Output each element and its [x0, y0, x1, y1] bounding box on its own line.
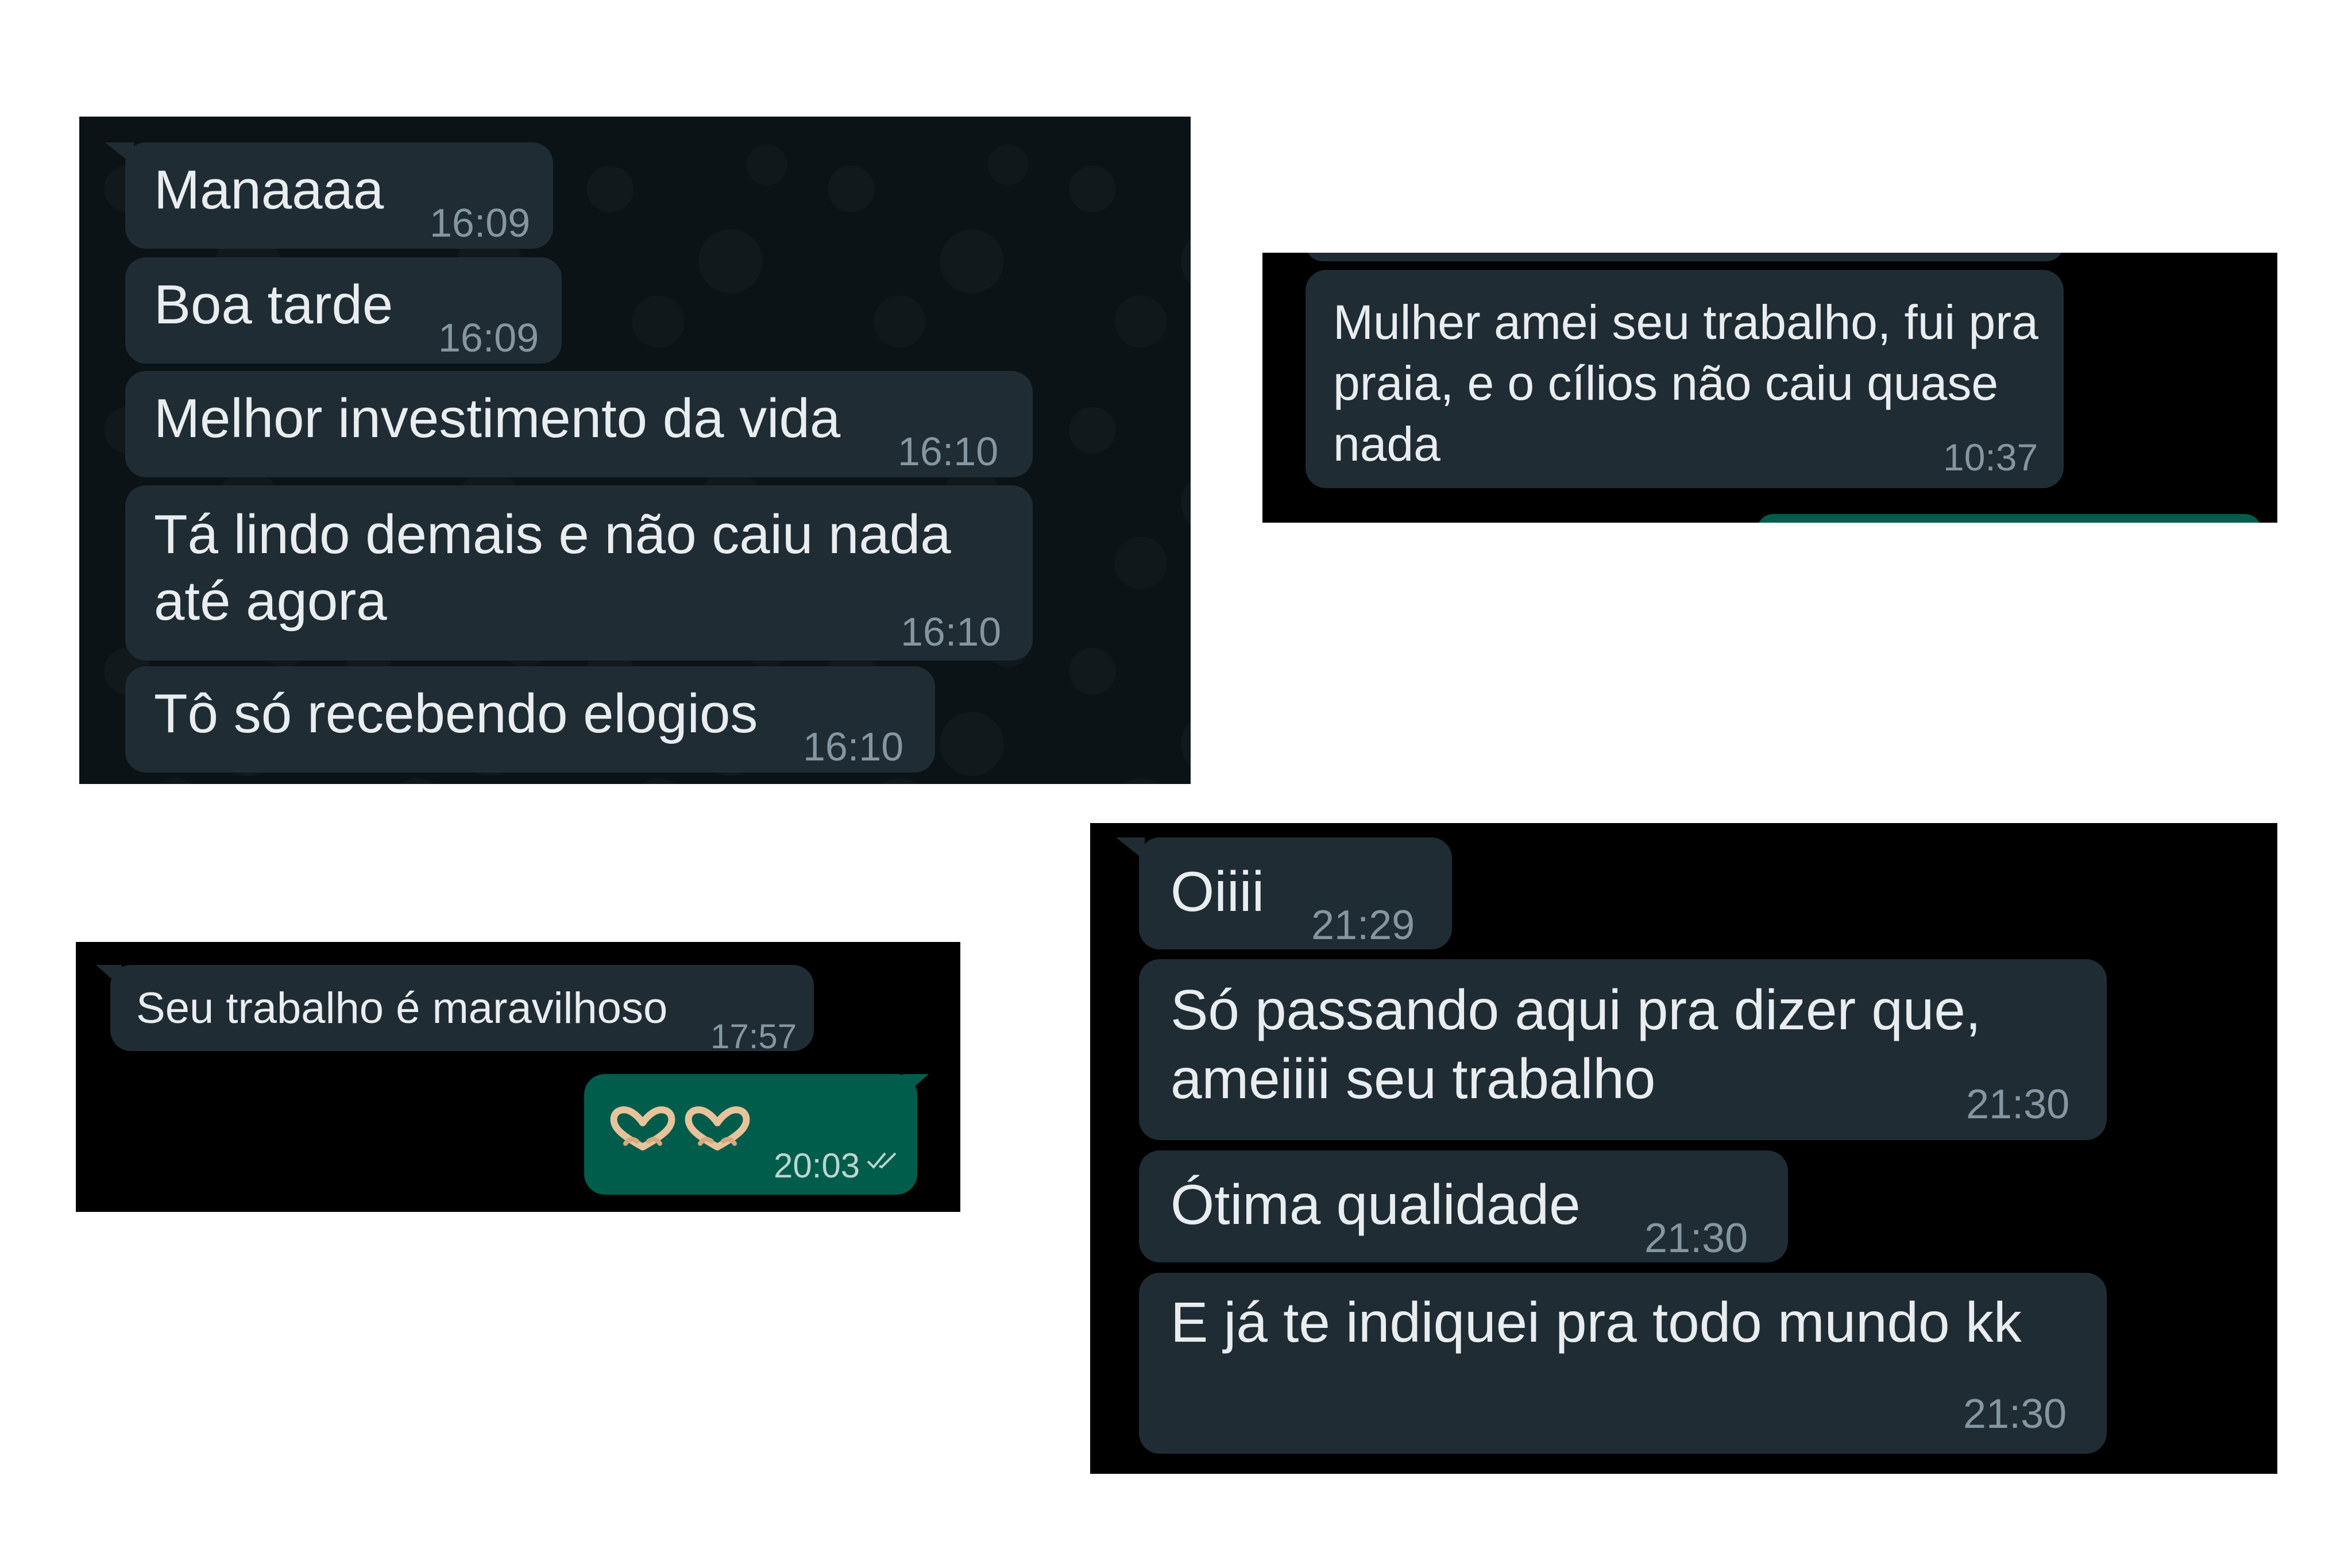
message-text: Mulher amei seu trabalho, fui pra praia,…: [1333, 295, 2038, 471]
message-timestamp: 16:10: [803, 724, 904, 769]
message-text: Tô só recebendo elogios: [154, 683, 758, 744]
chat-screenshot-2: Mulher amei seu trabalho, fui pra praia,…: [1262, 253, 2277, 523]
message-text: Oiiii: [1171, 860, 1265, 923]
message-timestamp: 17:57: [710, 1017, 797, 1056]
message-text: Ótima qualidade: [1171, 1173, 1581, 1236]
message-timestamp: 20:03: [774, 1146, 860, 1185]
heart-hands-icon: [610, 1106, 675, 1150]
message-text: Melhor investimento da vida: [154, 388, 841, 449]
message-text: Manaaaa: [154, 159, 384, 221]
message-bubble[interactable]: Mulher amei seu trabalho, fui pra praia,…: [1306, 270, 2064, 488]
message-bubble[interactable]: Tô só recebendo elogios 16:10: [125, 666, 935, 773]
message-timestamp: 16:09: [430, 200, 531, 245]
heart-hands-icon: [685, 1106, 750, 1150]
message-bubble-outgoing[interactable]: 20:03: [584, 1074, 917, 1195]
chat-screenshot-3: Seu trabalho é maravilhoso 17:57 20:03: [76, 942, 960, 1212]
message-bubble[interactable]: Tá lindo demais e não caiu nada até agor…: [125, 485, 1033, 661]
message-text: Tá lindo demais e não caiu nada até agor…: [154, 504, 951, 632]
message-text: Só passando aqui pra dizer que, ameiiii …: [1171, 978, 1982, 1110]
message-text: Seu trabalho é maravilhoso: [136, 984, 668, 1033]
message-timestamp: 21:30: [1963, 1391, 2067, 1437]
message-timestamp: 16:10: [898, 429, 999, 474]
message-timestamp: 21:29: [1311, 902, 1415, 948]
message-bubble[interactable]: Ótima qualidade 21:30: [1139, 1150, 1788, 1262]
double-check-icon: [867, 1152, 897, 1169]
message-bubble[interactable]: Só passando aqui pra dizer que, ameiiii …: [1139, 959, 2107, 1140]
message-bubble[interactable]: Manaaaa 16:09: [125, 142, 553, 249]
message-bubble-partial: [1306, 253, 2064, 261]
bubble-tail: [105, 142, 134, 165]
message-text: Boa tarde: [154, 274, 393, 335]
message-bubble-partial: [1756, 514, 2262, 523]
chat-screenshot-1: Manaaaa 16:09 Boa tarde 16:09 Melhor inv…: [79, 117, 1191, 784]
message-timestamp: 21:30: [1966, 1082, 2070, 1127]
message-timestamp: 10:37: [1943, 436, 2038, 478]
message-text: E já te indiquei pra todo mundo kk: [1171, 1291, 2022, 1354]
message-bubble[interactable]: E já te indiquei pra todo mundo kk 21:30: [1139, 1273, 2107, 1454]
message-timestamp: 16:09: [438, 315, 539, 360]
message-bubble[interactable]: Melhor investimento da vida 16:10: [125, 371, 1033, 477]
message-bubble[interactable]: Seu trabalho é maravilhoso 17:57: [110, 965, 814, 1056]
chat-screenshot-4: Oiiii 21:29 Só passando aqui pra dizer q…: [1090, 823, 2277, 1474]
message-timestamp: 16:10: [901, 609, 1002, 654]
message-timestamp: 21:30: [1644, 1215, 1748, 1261]
message-bubble[interactable]: Oiiii 21:29: [1139, 837, 1452, 949]
message-bubble[interactable]: Boa tarde 16:09: [125, 257, 562, 364]
bubble-tail-outgoing: [903, 1074, 929, 1097]
